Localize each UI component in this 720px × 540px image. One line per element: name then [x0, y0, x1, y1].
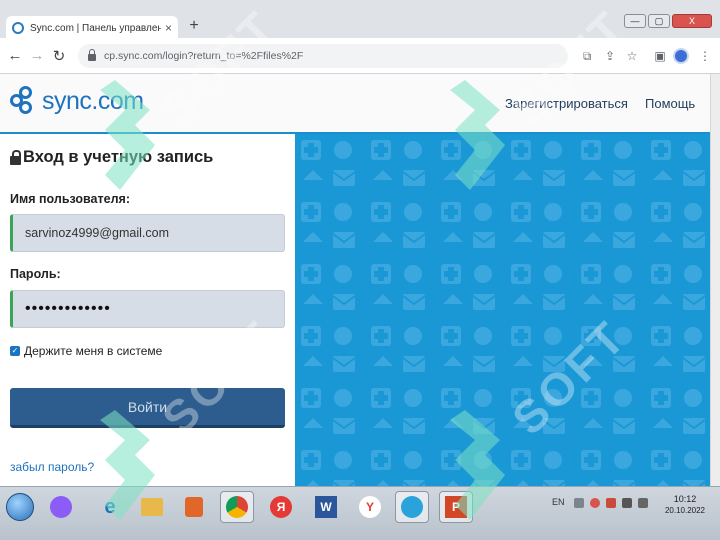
- username-label: Имя пользователя:: [10, 192, 130, 206]
- tab-title: Sync.com | Панель управления: [30, 22, 161, 34]
- page-scrollbar[interactable]: [710, 74, 720, 486]
- password-mask: •••••••••••••: [25, 300, 111, 317]
- browser-tab[interactable]: Sync.com | Панель управления ×: [6, 16, 178, 40]
- reload-button[interactable]: ↻: [50, 47, 68, 65]
- menu-kebab-icon[interactable]: ⋮: [698, 49, 712, 63]
- new-tab-button[interactable]: +: [184, 17, 204, 35]
- bookmark-star-icon[interactable]: ☆: [625, 49, 639, 63]
- system-clock[interactable]: 10:12 20.10.2022: [662, 493, 708, 517]
- remember-checkbox[interactable]: ✓: [10, 346, 20, 356]
- remember-me[interactable]: ✓ Держите меня в системе: [10, 344, 162, 358]
- back-button[interactable]: ←: [6, 47, 24, 64]
- profile-avatar[interactable]: [673, 48, 689, 64]
- password-label: Пароль:: [10, 267, 61, 281]
- minimize-button[interactable]: —: [624, 14, 646, 28]
- clock-date: 20.10.2022: [664, 506, 706, 515]
- maximize-button[interactable]: ▢: [648, 14, 670, 28]
- battery-icon[interactable]: [638, 498, 648, 508]
- address-bar[interactable]: cp.sync.com/login?return_to=%2Ffiles%2F: [78, 44, 568, 68]
- taskbar-app-word[interactable]: W: [309, 491, 343, 523]
- taskbar-app-chrome[interactable]: [220, 491, 254, 523]
- watermark-logo-icon: [450, 410, 505, 520]
- remember-label: Держите меня в системе: [24, 344, 163, 358]
- watermark-logo-icon: [100, 410, 155, 520]
- taskbar-app-media[interactable]: [177, 491, 211, 523]
- taskbar-app-yandex[interactable]: Я: [264, 491, 298, 523]
- taskbar-app-yandex-browser[interactable]: Y: [353, 491, 387, 523]
- clock-time: 10:12: [673, 494, 697, 504]
- forgot-password-link[interactable]: забыл пароль?: [10, 460, 94, 474]
- sync-favicon-icon: [12, 22, 24, 34]
- network-icon[interactable]: [606, 498, 616, 508]
- sync-logo-icon: [10, 86, 40, 116]
- lock-icon: [88, 48, 96, 61]
- antivirus-icon[interactable]: [590, 498, 600, 508]
- padlock-icon: [10, 150, 21, 165]
- tray-arrow-icon[interactable]: [574, 498, 584, 508]
- taskbar-app-telegram[interactable]: [395, 491, 429, 523]
- tab-close-icon[interactable]: ×: [165, 21, 172, 35]
- help-link[interactable]: Помощь: [645, 96, 695, 111]
- language-indicator[interactable]: EN: [552, 497, 565, 507]
- close-window-button[interactable]: X: [672, 14, 712, 28]
- window-controls: — ▢ X: [624, 14, 712, 28]
- screen: Sync.com | Панель управления × + ⌄ — ▢ X…: [0, 0, 720, 540]
- taskbar-app-alice[interactable]: [44, 491, 78, 523]
- username-input[interactable]: sarvinoz4999@gmail.com: [10, 214, 285, 252]
- forward-button[interactable]: →: [28, 47, 46, 64]
- side-panel-icon[interactable]: ▣: [653, 49, 667, 63]
- start-button[interactable]: [6, 493, 34, 521]
- signal-icon[interactable]: [622, 498, 632, 508]
